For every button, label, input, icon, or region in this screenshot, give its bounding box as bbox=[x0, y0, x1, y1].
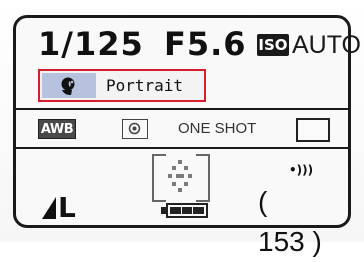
camera-lcd-screen: 1/125 F5.6 ISO AUTO Portrait AWB ONE SHO… bbox=[0, 0, 364, 257]
divider bbox=[16, 147, 348, 149]
af-point-left-bracket bbox=[152, 154, 166, 202]
evaluative-metering-icon[interactable] bbox=[122, 119, 148, 139]
portrait-style-icon bbox=[42, 73, 96, 98]
picture-style-label: Portrait bbox=[106, 76, 184, 95]
shots-remaining-display: ( 153 ) bbox=[258, 182, 364, 262]
image-quality-value: L bbox=[58, 191, 76, 224]
shots-bracket-left: ( bbox=[258, 186, 268, 217]
large-fine-quality-icon bbox=[42, 197, 56, 219]
shutter-speed-value[interactable]: 1/125 bbox=[38, 20, 144, 68]
battery-full-icon bbox=[166, 203, 208, 218]
af-point-right-bracket bbox=[196, 154, 210, 202]
picture-style-selector[interactable]: Portrait bbox=[38, 69, 206, 102]
iso-badge: ISO bbox=[257, 34, 289, 56]
single-shot-drive-icon[interactable] bbox=[296, 118, 330, 142]
white-balance-button[interactable]: AWB bbox=[38, 119, 76, 139]
image-quality-button[interactable]: L bbox=[42, 190, 76, 226]
af-mode-value[interactable]: ONE SHOT bbox=[178, 117, 256, 141]
iso-value[interactable]: AUTO bbox=[292, 26, 361, 64]
beep-icon: •))) bbox=[289, 163, 314, 177]
divider bbox=[16, 108, 348, 110]
aperture-value[interactable]: F5.6 bbox=[164, 20, 247, 68]
